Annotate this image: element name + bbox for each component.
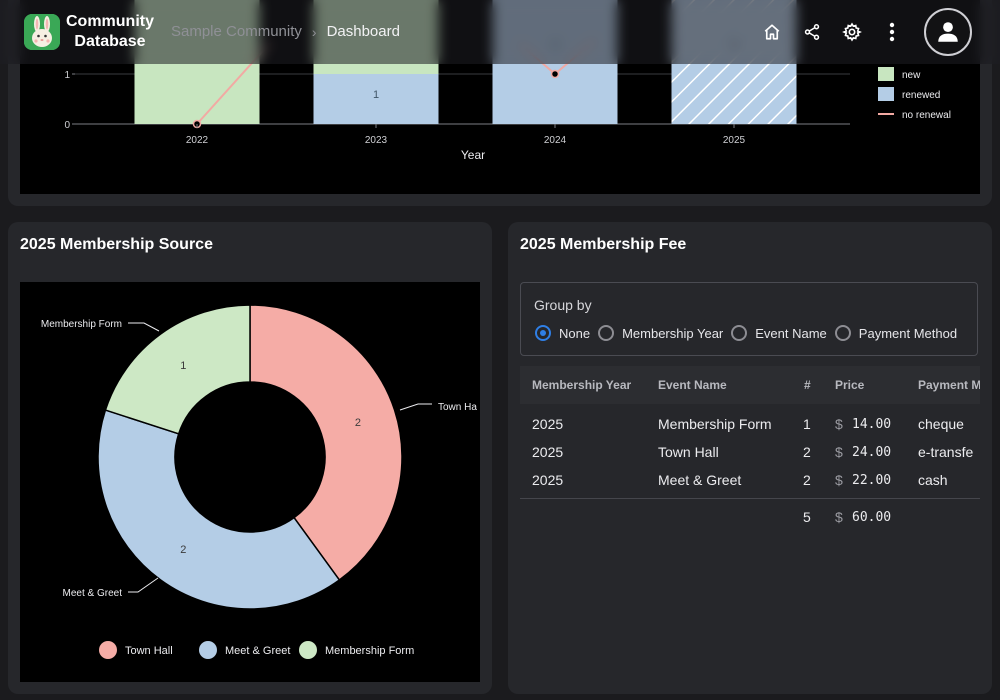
radio-event-name-label: Event Name [755,325,827,341]
legend-swatch-new [878,67,894,81]
app-title-line1: Community [66,13,154,30]
donut-value-label: 2 [180,544,186,556]
cell-price: 24.00 [852,445,892,460]
cell-payment-method: e-transfe [918,444,974,460]
y-tick-label: 1 [64,70,70,81]
cell-price: 14.00 [852,417,892,432]
group-by-fieldset: Group by None Membership Year Event Name… [520,282,978,356]
legend-label: Town Hall [125,645,173,657]
membership-fee-card: 2025 Membership Fee Group by None Member… [508,222,992,694]
group-by-payment-method-option[interactable]: Payment Method [834,325,958,341]
column-header-payment-method[interactable]: Payment M [918,378,980,392]
x-tick-label: 2023 [365,135,388,146]
radio-membership-year[interactable] [598,325,615,341]
radio-event-name[interactable] [731,325,748,341]
cell-currency: $ [835,444,843,460]
radio-none-label: None [559,325,591,341]
callout-label: Meet & Greet [63,588,123,599]
cell-year: 2025 [532,472,564,488]
y-tick-label: 0 [64,120,70,131]
callout-label: Town Ha [438,402,477,413]
donut-value-label: 2 [355,417,361,429]
group-by-options: None Membership Year Event Name Payment … [535,325,965,341]
x-axis-label: Year [461,148,485,162]
radio-membership-year-label: Membership Year [622,325,724,341]
legend-label: Meet & Greet [225,645,290,657]
cell-count: 2 [803,472,811,488]
group-by-event-name-option[interactable]: Event Name [731,325,827,341]
cell-year: 2025 [532,416,564,432]
chevron-right-icon: › [311,23,317,40]
app-title[interactable]: Community Database [62,12,158,52]
radio-payment-method[interactable] [834,325,851,341]
app-title-line2: Database [74,33,146,50]
legend-label-no-renewal: no renewal [902,110,951,121]
breadcrumb-dashboard: Dashboard [326,23,400,40]
breadcrumb-community[interactable]: Sample Community [171,23,302,40]
cell-payment-method: cash [918,472,948,488]
column-header-price[interactable]: Price [835,378,864,392]
x-tick-label: 2024 [544,135,567,146]
callout-line [128,577,159,593]
table-row[interactable]: 2025 Town Hall 2 $ 24.00 e-transfe [520,438,980,466]
total-currency: $ [835,509,843,525]
donut-slice-membership-form [104,304,251,435]
table-header: Membership Year Event Name # Price Payme… [520,366,980,404]
cell-event: Town Hall [658,444,719,460]
membership-source-card: 2025 Membership Source 2 2 1 Town Ha Meet & … [8,222,492,694]
column-header-count[interactable]: # [804,378,811,392]
group-by-none-option[interactable]: None [535,325,590,341]
membership-source-title: 2025 Membership Source [20,236,213,253]
callout-line [399,403,432,411]
legend-swatch-renewed [878,87,894,101]
membership-fee-table: Membership Year Event Name # Price Payme… [520,366,980,546]
total-price: 60.00 [852,510,892,525]
group-by-label: Group by [534,297,592,313]
breadcrumb: Sample Community › Dashboard [171,23,400,40]
app-header: Community Database Sample Community › Da… [0,0,1000,64]
legend-swatch-membership-form [299,641,317,659]
donut-value-label: 1 [180,360,186,372]
cell-year: 2025 [532,444,564,460]
cell-currency: $ [835,416,843,432]
bar-label-2023: 1 [373,89,379,101]
cell-count: 1 [803,416,811,432]
legend-label-new: new [902,70,921,81]
legend-label: Membership Form [325,645,414,657]
gear-icon[interactable] [840,20,864,44]
radio-payment-method-label: Payment Method [858,325,958,341]
cell-count: 2 [803,444,811,460]
radio-none[interactable] [535,325,551,341]
cell-payment-method: cheque [918,416,964,432]
total-divider [520,498,980,499]
bunny-logo-icon[interactable] [24,14,60,50]
more-vert-icon[interactable] [880,20,904,44]
x-tick-label: 2025 [723,135,746,146]
legend-label-renewed: renewed [902,90,940,101]
table-row[interactable]: 2025 Membership Form 1 $ 14.00 cheque [520,410,980,438]
table-row[interactable]: 2025 Meet & Greet 2 $ 22.00 cash [520,466,980,494]
table-total-row: 5 $ 60.00 [520,503,980,531]
column-header-membership-year[interactable]: Membership Year [532,378,631,392]
cell-currency: $ [835,472,843,488]
cell-event: Meet & Greet [658,472,742,488]
cell-price: 22.00 [852,473,892,488]
membership-source-svg: 2 2 1 Town Ha Meet & Greet Membership Form Tow… [41,304,477,659]
home-icon[interactable] [760,20,784,44]
x-tick-label: 2022 [186,135,209,146]
point-no-renewal-2024 [550,69,560,79]
share-icon[interactable] [800,20,824,44]
total-count: 5 [803,509,811,525]
legend-swatch-town-hall [99,641,117,659]
callout-line [128,322,160,332]
membership-source-chart: 2 2 1 Town Ha Meet & Greet Membership Form Tow… [20,282,480,682]
column-header-event-name[interactable]: Event Name [658,378,727,392]
callout-label: Membership Form [41,319,122,330]
membership-fee-title: 2025 Membership Fee [520,236,687,253]
account-icon[interactable] [924,8,972,56]
group-by-membership-year-option[interactable]: Membership Year [598,325,723,341]
legend-swatch-meet-greet [199,641,217,659]
cell-event: Membership Form [658,416,772,432]
